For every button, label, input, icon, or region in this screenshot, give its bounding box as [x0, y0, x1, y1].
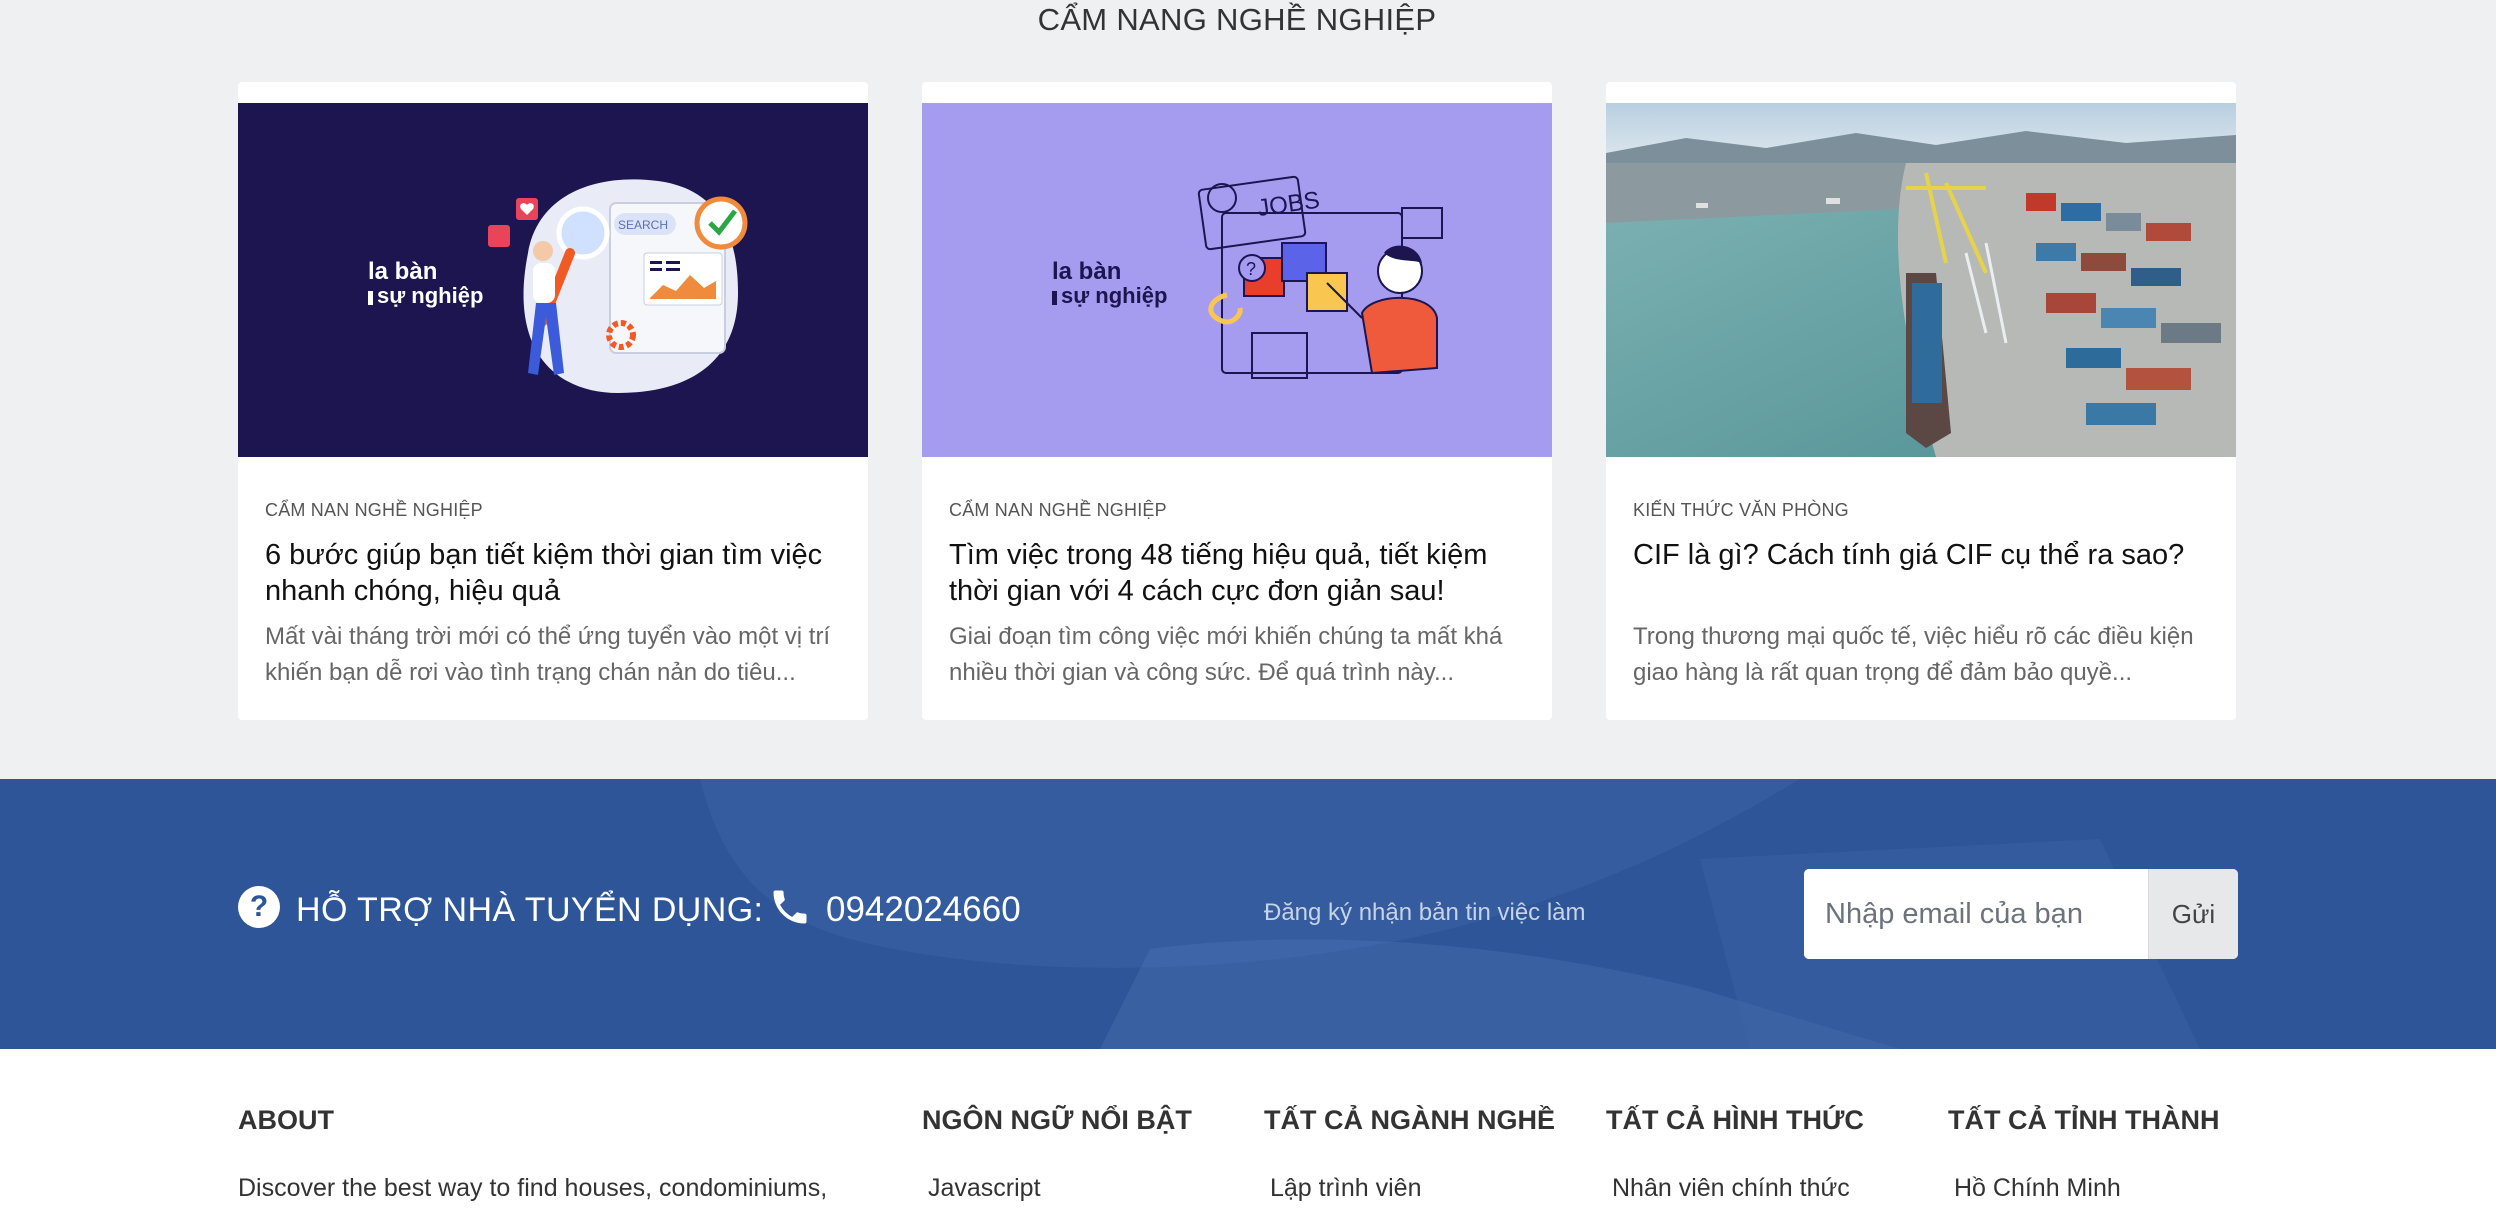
svg-text:SEARCH: SEARCH: [618, 218, 668, 232]
question-circle-icon: ?: [238, 886, 280, 928]
phone-icon: [773, 890, 807, 924]
article-excerpt: Giai đoạn tìm công việc mới khiến chúng …: [949, 623, 1503, 686]
port-photo: [1606, 103, 2236, 457]
email-input[interactable]: [1804, 869, 2148, 959]
footer-about-text: Discover the best way to find houses, co…: [238, 1174, 828, 1202]
svg-text:la bàn: la bàn: [368, 258, 437, 285]
footer-heading: TẤT CẢ HÌNH THỨC: [1606, 1105, 1864, 1135]
footer-col-professions: TẤT CẢ NGÀNH NGHỀ Lập trình viên: [1264, 1105, 1555, 1203]
support-content: ? HỖ TRỢ NHÀ TUYỂN DỤNG: 0942024660 Đăng…: [238, 779, 2238, 1049]
support-label: HỖ TRỢ NHÀ TUYỂN DỤNG:: [296, 891, 764, 929]
footer-col-job-types: TẤT CẢ HÌNH THỨC Nhân viên chính thức: [1606, 1105, 1864, 1203]
article-category[interactable]: KIẾN THỨC VĂN PHÒNG: [1633, 500, 1849, 521]
footer-col-provinces: TẤT CẢ TỈNH THÀNH Hồ Chính Minh: [1948, 1105, 2219, 1203]
newsletter-label: Đăng ký nhận bản tin việc làm: [1264, 899, 1586, 926]
recruiter-support-banner: ? HỖ TRỢ NHÀ TUYỂN DỤNG: 0942024660 Đăng…: [0, 779, 2496, 1049]
newsletter-form: Gửi: [1804, 869, 2238, 959]
footer-heading: ABOUT: [238, 1105, 334, 1135]
article-title[interactable]: 6 bước giúp bạn tiết kiệm thời gian tìm …: [265, 537, 845, 609]
footer-col-languages: NGÔN NGỮ NỔI BẬT Javascript: [922, 1105, 1192, 1203]
article-card[interactable]: JOBS ? la bàn sự nghiệp CẨM NAN NGHỀ NGH…: [922, 82, 1552, 720]
footer-heading: NGÔN NGỮ NỔI BẬT: [922, 1105, 1192, 1135]
footer-link[interactable]: Lập trình viên: [1264, 1173, 1555, 1203]
section-title: CẨM NANG NGHỀ NGHIỆP: [1037, 2, 1437, 37]
article-title[interactable]: Tìm việc trong 48 tiếng hiệu quả, tiết k…: [949, 537, 1529, 609]
article-cards: SEARCH la bàn sự nghiệp CẨM NAN NGHỀ NGH…: [238, 82, 2238, 720]
footer-link[interactable]: Hồ Chính Minh: [1948, 1173, 2219, 1203]
article-category[interactable]: CẨM NAN NGHỀ NGHIỆP: [265, 500, 483, 521]
career-illustration-jobs: JOBS ? la bàn sự nghiệp: [922, 103, 1552, 457]
svg-text:sự nghiệp: sự nghiệp: [377, 283, 483, 308]
article-thumbnail[interactable]: [1606, 103, 2236, 457]
career-guide-section: CẨM NANG NGHỀ NGHIỆP SEARCH la bàn sự ng…: [0, 0, 2496, 779]
footer-link[interactable]: Javascript: [922, 1173, 1192, 1203]
svg-text:la bàn: la bàn: [1052, 258, 1121, 285]
article-thumbnail[interactable]: SEARCH la bàn sự nghiệp: [238, 103, 868, 457]
footer-about: ABOUT Discover the best way to find hous…: [238, 1105, 827, 1203]
send-button[interactable]: Gửi: [2148, 869, 2238, 959]
article-card[interactable]: KIẾN THỨC VĂN PHÒNG CIF là gì? Cách tính…: [1606, 82, 2236, 720]
article-card[interactable]: SEARCH la bàn sự nghiệp CẨM NAN NGHỀ NGH…: [238, 82, 868, 720]
svg-text:sự nghiệp: sự nghiệp: [1061, 283, 1167, 308]
article-excerpt: Trong thương mại quốc tế, việc hiểu rõ c…: [1633, 623, 2194, 686]
article-title[interactable]: CIF là gì? Cách tính giá CIF cụ thể ra s…: [1633, 537, 2213, 573]
article-excerpt: Mất vài tháng trời mới có thể ứng tuyển …: [265, 623, 831, 686]
career-illustration-search: SEARCH la bàn sự nghiệp: [238, 103, 868, 457]
footer-heading: TẤT CẢ TỈNH THÀNH: [1948, 1105, 2220, 1135]
support-phone-link[interactable]: 0942024660: [826, 890, 1021, 930]
footer-heading: TẤT CẢ NGÀNH NGHỀ: [1264, 1105, 1555, 1135]
site-footer: ABOUT Discover the best way to find hous…: [0, 1049, 2496, 1208]
article-thumbnail[interactable]: JOBS ? la bàn sự nghiệp: [922, 103, 1552, 457]
article-category[interactable]: CẨM NAN NGHỀ NGHIỆP: [949, 500, 1167, 521]
svg-text:?: ?: [1246, 259, 1256, 279]
footer-link[interactable]: Nhân viên chính thức: [1606, 1173, 1864, 1203]
